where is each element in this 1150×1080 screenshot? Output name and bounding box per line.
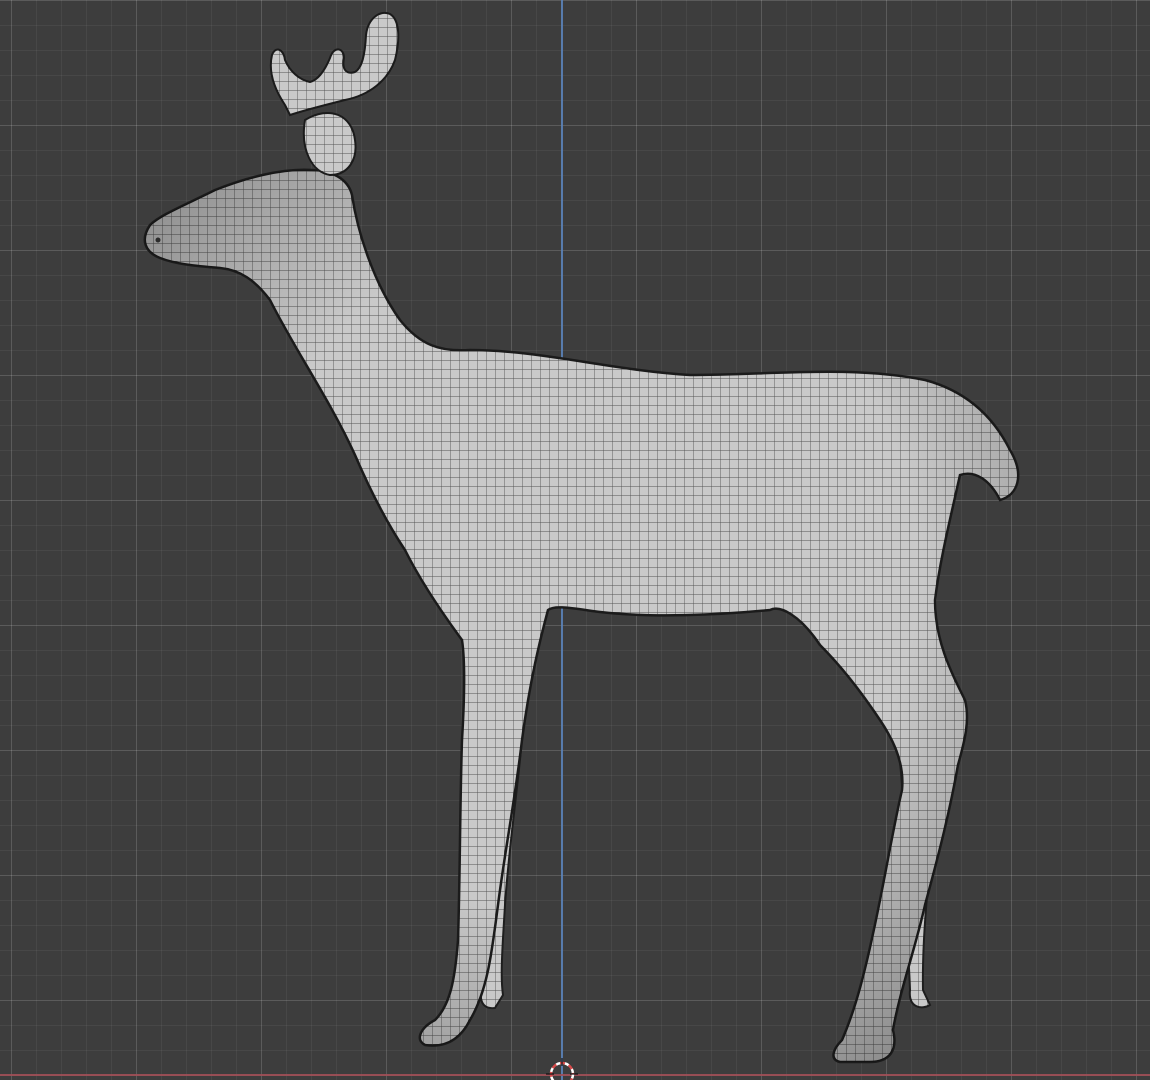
deer-antlers: [269, 12, 400, 117]
deer-mesh[interactable]: [0, 0, 1150, 1080]
deer-body: [143, 168, 1020, 1064]
3d-cursor-icon[interactable]: [544, 1056, 580, 1080]
deer-ear: [302, 111, 357, 177]
nose-detail: [155, 237, 161, 243]
3d-viewport[interactable]: [0, 0, 1150, 1080]
